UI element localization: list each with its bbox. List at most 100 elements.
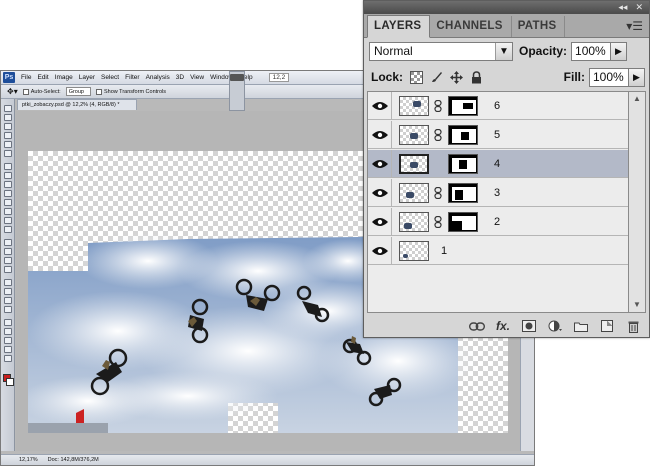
gradient-tool[interactable]	[4, 208, 12, 215]
menu-image[interactable]: Image	[55, 74, 73, 81]
trash-icon[interactable]	[625, 319, 641, 333]
stamp-tool[interactable]	[4, 181, 12, 188]
adjustment-layer-icon[interactable]	[547, 319, 563, 333]
eyedropper-tool[interactable]	[4, 150, 12, 157]
healing-tool[interactable]	[4, 163, 12, 170]
document-tab[interactable]: ptki_zobaczy.psd @ 12,2% (4, RGB/8) *	[17, 99, 137, 110]
eye-icon[interactable]	[368, 150, 392, 177]
lock-all-padlock-icon[interactable]	[469, 70, 483, 84]
chain-link-icon[interactable]	[434, 129, 442, 141]
fill-field[interactable]: 100%	[589, 67, 629, 87]
menu-select[interactable]: Select	[101, 74, 119, 81]
lock-position-move-icon[interactable]	[449, 70, 463, 84]
layer-row-1[interactable]: 1	[368, 237, 628, 265]
layer-row-6[interactable]: 6	[368, 92, 628, 120]
layer-name[interactable]: 5	[494, 129, 500, 141]
minimize-bar[interactable]	[230, 74, 244, 81]
panel-menu-icon[interactable]: ▾☰	[626, 19, 643, 33]
chain-link-icon[interactable]	[434, 187, 442, 199]
chain-link-icon[interactable]	[434, 100, 442, 112]
layer-name[interactable]: 1	[441, 245, 447, 257]
auto-select-dropdown[interactable]: Group	[65, 87, 91, 96]
auto-select-option[interactable]: Auto-Select:	[22, 88, 61, 95]
3d-orbit-tool[interactable]	[4, 288, 12, 295]
blur-tool[interactable]	[4, 217, 12, 224]
menu-view[interactable]: View	[190, 74, 204, 81]
layer-thumbnail[interactable]	[399, 154, 429, 174]
panel-title-bar[interactable]: ◂◂ ✕	[364, 1, 649, 14]
zoom-field[interactable]: 12,2	[268, 73, 290, 82]
layer-row-3[interactable]: 3	[368, 179, 628, 207]
move-tool[interactable]	[4, 105, 12, 112]
fill-slider-button[interactable]: ▶	[629, 67, 645, 87]
layer-name[interactable]: 6	[494, 100, 500, 112]
eye-icon[interactable]	[368, 121, 392, 148]
layer-mask-thumbnail[interactable]	[448, 125, 478, 145]
layer-mask-thumbnail[interactable]	[448, 212, 478, 232]
eye-icon[interactable]	[368, 208, 392, 235]
transform-controls-checkbox[interactable]	[95, 88, 102, 95]
tab-layers[interactable]: LAYERS	[367, 15, 431, 38]
add-mask-icon[interactable]	[521, 319, 537, 333]
dodge-tool[interactable]	[4, 226, 12, 233]
layer-thumbnail[interactable]	[399, 125, 429, 145]
transform-controls-option[interactable]: Show Transform Controls	[95, 88, 166, 95]
layer-name[interactable]: 2	[494, 216, 500, 228]
layer-thumbnail[interactable]	[399, 183, 429, 203]
layer-mask-thumbnail[interactable]	[448, 154, 478, 174]
layer-name[interactable]: 3	[494, 187, 500, 199]
opacity-slider-button[interactable]: ▶	[611, 41, 628, 61]
menu-analysis[interactable]: Analysis	[146, 74, 170, 81]
link-layers-icon[interactable]	[469, 319, 485, 333]
layers-scrollbar[interactable]: ▲ ▼	[629, 91, 646, 313]
new-layer-icon[interactable]	[599, 319, 615, 333]
eye-icon[interactable]	[368, 92, 392, 119]
brush-tool[interactable]	[4, 172, 12, 179]
scroll-up-icon[interactable]: ▲	[629, 92, 645, 106]
layer-row-2[interactable]: 2	[368, 208, 628, 236]
3d-rotate-tool[interactable]	[4, 279, 12, 286]
hand-tool[interactable]	[4, 297, 12, 304]
chain-link-icon[interactable]	[434, 216, 442, 228]
type-tool[interactable]	[4, 248, 12, 255]
eraser-tool[interactable]	[4, 199, 12, 206]
move-tool-icon[interactable]: ✥▾	[7, 87, 18, 96]
chevron-down-icon[interactable]: ▼	[495, 42, 512, 60]
tool-extra-3[interactable]	[4, 337, 12, 344]
layer-row-5[interactable]: 5	[368, 121, 628, 149]
marquee-tool[interactable]	[4, 114, 12, 121]
layer-row-4[interactable]: 4	[368, 150, 628, 178]
menu-edit[interactable]: Edit	[37, 74, 48, 81]
tool-extra-5[interactable]	[4, 355, 12, 362]
tool-extra-4[interactable]	[4, 346, 12, 353]
auto-select-checkbox[interactable]	[22, 88, 29, 95]
tab-paths[interactable]: PATHS	[512, 16, 566, 37]
menu-3d[interactable]: 3D	[176, 74, 184, 81]
lasso-tool[interactable]	[4, 123, 12, 130]
zoom-tool[interactable]	[4, 306, 12, 313]
menu-file[interactable]: File	[21, 74, 31, 81]
menu-filter[interactable]: Filter	[125, 74, 139, 81]
eye-icon[interactable]	[368, 237, 392, 264]
tab-channels[interactable]: CHANNELS	[430, 16, 512, 37]
new-group-icon[interactable]	[573, 319, 589, 333]
shape-tool[interactable]	[4, 266, 12, 273]
blend-mode-select[interactable]: Normal ▼	[369, 41, 513, 61]
pen-tool[interactable]	[4, 239, 12, 246]
layer-thumbnail[interactable]	[399, 241, 429, 261]
lock-image-pixels-brush-icon[interactable]	[429, 70, 443, 84]
crop-tool[interactable]	[4, 141, 12, 148]
quick-select-tool[interactable]	[4, 132, 12, 139]
path-select-tool[interactable]	[4, 257, 12, 264]
status-zoom[interactable]: 12,17%	[19, 457, 38, 463]
lock-transparent-pixels-icon[interactable]	[409, 70, 423, 84]
scroll-down-icon[interactable]: ▼	[629, 298, 645, 312]
fx-icon[interactable]: fx.	[495, 319, 511, 333]
eye-icon[interactable]	[368, 179, 392, 206]
collapse-panel-icon[interactable]: ◂◂	[618, 3, 627, 12]
layer-name[interactable]: 4	[494, 158, 500, 170]
layer-mask-thumbnail[interactable]	[448, 183, 478, 203]
tool-extra-2[interactable]	[4, 328, 12, 335]
background-color-swatch[interactable]	[6, 378, 14, 386]
layer-thumbnail[interactable]	[399, 212, 429, 232]
